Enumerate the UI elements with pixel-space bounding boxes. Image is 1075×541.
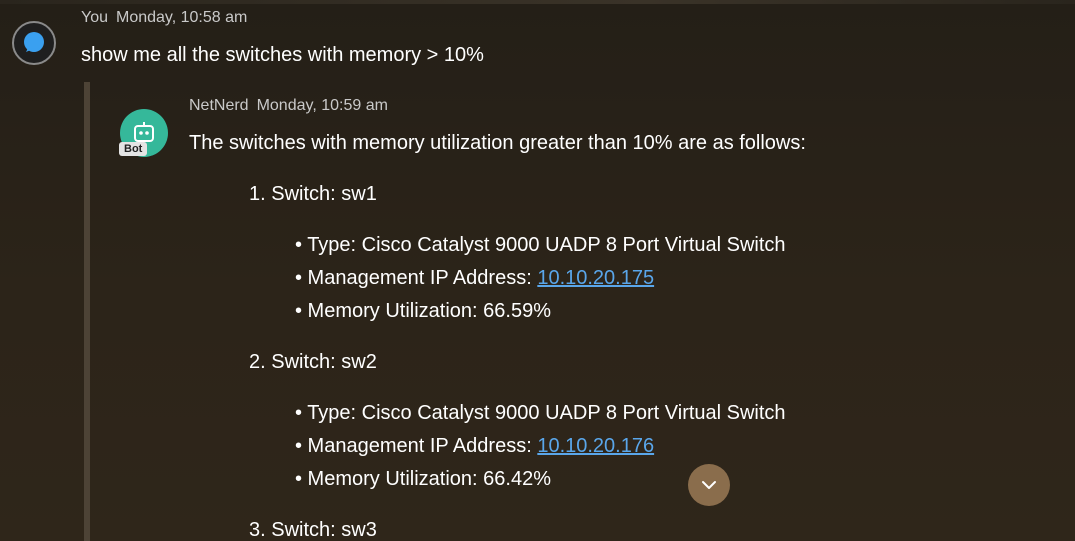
switch-ip-label: • Management IP Address:	[295, 435, 538, 457]
user-author: You	[81, 9, 108, 26]
bot-author: NetNerd	[189, 97, 249, 114]
chevron-down-icon	[702, 481, 716, 489]
switch-ip-link[interactable]: 10.10.20.176	[537, 435, 654, 457]
switch-heading: 3. Switch: sw3	[249, 519, 377, 541]
bot-intro-text: The switches with memory utilization gre…	[189, 132, 806, 154]
switch-type: • Type: Cisco Catalyst 9000 UADP 8 Port …	[295, 402, 786, 424]
bot-message-meta: NetNerd Monday, 10:59 am	[189, 97, 388, 115]
switch-heading: 1. Switch: sw1	[249, 183, 377, 205]
bot-timestamp: Monday, 10:59 am	[256, 97, 388, 114]
chat-bubble-icon	[24, 32, 44, 52]
user-timestamp: Monday, 10:58 am	[116, 9, 248, 26]
switch-memory: • Memory Utilization: 66.42%	[295, 468, 551, 490]
switch-type: • Type: Cisco Catalyst 9000 UADP 8 Port …	[295, 234, 786, 256]
bot-badge: Bot	[119, 142, 148, 156]
top-divider	[0, 0, 1075, 4]
user-avatar	[12, 21, 56, 65]
switch-ip-line: • Management IP Address: 10.10.20.175	[295, 267, 654, 290]
switch-ip-link[interactable]: 10.10.20.175	[537, 267, 654, 289]
switch-ip-label: • Management IP Address:	[295, 267, 538, 289]
switch-heading: 2. Switch: sw2	[249, 351, 377, 373]
user-message-text: show me all the switches with memory > 1…	[81, 44, 484, 66]
switch-memory: • Memory Utilization: 66.59%	[295, 300, 551, 322]
user-message-meta: You Monday, 10:58 am	[81, 9, 247, 27]
scroll-to-bottom-button[interactable]	[688, 464, 730, 506]
thread-reply-bar	[84, 82, 90, 541]
switch-ip-line: • Management IP Address: 10.10.20.176	[295, 435, 654, 458]
